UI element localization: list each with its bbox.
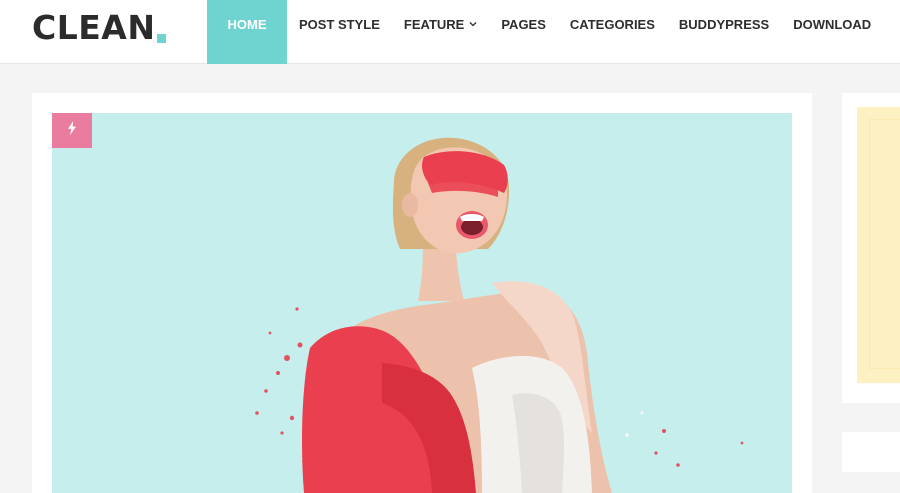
sidebar-ad-frame: [869, 119, 900, 369]
nav-item-download-label: DOWNLOAD: [793, 16, 872, 32]
nav-item-post-style[interactable]: POST STYLE: [287, 0, 392, 48]
nav-item-pages[interactable]: PAGES: [489, 0, 558, 48]
nav-item-categories[interactable]: CATEGORIES: [558, 0, 667, 48]
site-logo[interactable]: CLEAN: [32, 6, 167, 47]
nav-item-buddypress-label: BUDDYPRESS: [678, 16, 770, 32]
nav-item-feature[interactable]: FEATURE: [392, 0, 489, 48]
lightning-bolt-icon: [67, 121, 77, 140]
sidebar-ad-banner[interactable]: [857, 107, 900, 383]
nav-item-download[interactable]: DOWNLOAD: [781, 0, 883, 48]
logo-text: CLEAN: [32, 8, 156, 47]
nav-item-categories-label: CATEGORIES: [569, 16, 655, 32]
sidebar-widget: [842, 93, 900, 403]
nav-item-feature-label: FEATURE: [403, 16, 465, 32]
sidebar-widget-secondary: [842, 432, 900, 472]
nav-item-pages-label: PAGES: [501, 16, 546, 32]
site-header: CLEAN HOME POST STYLE FEATURE PAGES CATE…: [0, 0, 900, 64]
post-format-badge[interactable]: [52, 113, 92, 148]
nav-item-post-style-label: POST STYLE: [299, 16, 380, 32]
featured-image-illustration: [52, 113, 792, 493]
nav-item-home-label: HOME: [227, 16, 267, 32]
featured-post-image[interactable]: [52, 113, 792, 493]
chevron-down-icon: [469, 20, 477, 28]
featured-post-card: [32, 93, 812, 493]
nav-item-home[interactable]: HOME: [207, 0, 287, 64]
logo-dot: [157, 34, 167, 43]
nav-item-buddypress[interactable]: BUDDYPRESS: [667, 0, 781, 48]
